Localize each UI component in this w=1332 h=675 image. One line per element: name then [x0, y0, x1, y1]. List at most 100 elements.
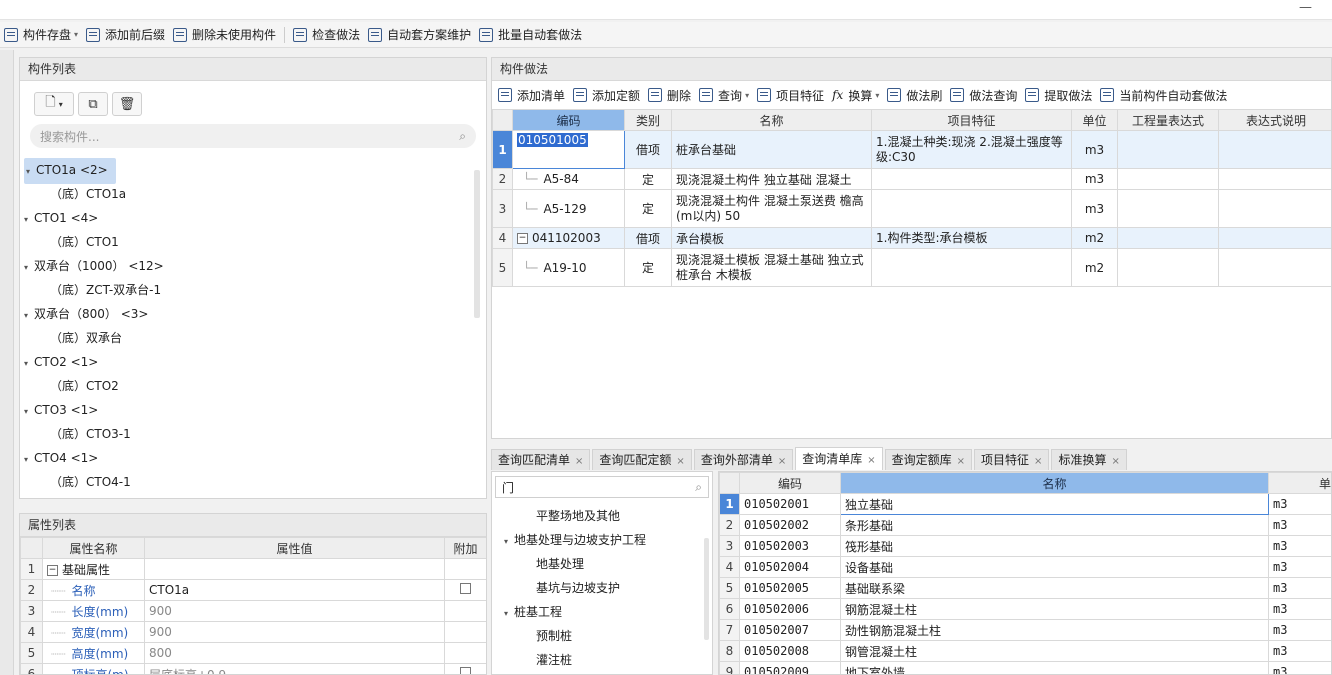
close-icon[interactable]: × [1034, 456, 1042, 467]
library-unit-cell[interactable]: m3 [1268, 640, 1331, 662]
library-unit-cell[interactable]: m3 [1268, 661, 1331, 674]
library-code-cell[interactable]: 010502002 [739, 514, 841, 536]
property-row[interactable]: 2 ┈┈ 名称 CTO1a [20, 579, 486, 601]
library-name-cell[interactable]: 地下室外墙 [840, 661, 1269, 674]
expand-arrow-icon[interactable]: ▾ [24, 400, 34, 424]
property-row[interactable]: 6 ┈┈ 顶标高(m) 层底标高+0.9 [20, 663, 486, 674]
method-feature-cell[interactable]: 1.混凝土种类:现浇 2.混凝土强度等级:C30 [871, 130, 1072, 169]
method-expr-cell[interactable] [1117, 189, 1219, 228]
method-type-cell[interactable]: 定 [624, 248, 672, 287]
library-unit-cell[interactable]: m3 [1268, 598, 1331, 620]
property-value-cell[interactable]: CTO1a [144, 579, 445, 601]
method-toolbar-button-0[interactable]: 添加清单 [494, 84, 569, 106]
method-code-cell[interactable]: └─ A5-84 [512, 168, 625, 190]
library-unit-cell[interactable]: m3 [1268, 577, 1331, 599]
method-type-cell[interactable]: 借项 [624, 130, 672, 169]
library-name-cell[interactable]: 钢管混凝土柱 [840, 640, 1269, 662]
toolbar-button-1[interactable]: 添加前后缀 [82, 24, 169, 46]
method-name-cell[interactable]: 现浇混凝土构件 混凝土泵送费 檐高(m以内) 50 [671, 189, 872, 228]
property-row[interactable]: 4 ┈┈ 宽度(mm) 900 [20, 621, 486, 643]
checkbox[interactable] [460, 667, 471, 674]
property-row[interactable]: 1− 基础属性 [20, 558, 486, 580]
query-tree-item[interactable]: ▾ 桩基工程 [492, 600, 702, 624]
query-tree-item[interactable]: 平整场地及其他 [492, 504, 702, 528]
query-tab-4[interactable]: 查询定额库 × [884, 449, 973, 470]
component-tree-item[interactable]: （底）ZCT-双承台-1 [24, 278, 464, 302]
method-row[interactable]: 4−041102003 借项 承台模板 1.构件类型:承台模板 m2 [492, 227, 1331, 249]
method-expr-cell[interactable] [1117, 168, 1219, 190]
component-tree-item[interactable]: ▾ CTO3 <1> [24, 398, 464, 422]
method-row[interactable]: 3 └─ A5-129 定现浇混凝土构件 混凝土泵送费 檐高(m以内) 50 m3 [492, 189, 1331, 228]
component-tree-item[interactable]: （底）CTO4-1 [24, 470, 464, 494]
library-row[interactable]: 6 010502006 钢筋混凝土柱 m3 [719, 598, 1331, 620]
component-tree-scrollbar[interactable] [474, 170, 480, 318]
method-unit-cell[interactable]: m2 [1071, 248, 1118, 287]
property-value-cell[interactable]: 900 [144, 600, 445, 622]
close-icon[interactable]: × [676, 456, 684, 467]
library-row[interactable]: 8 010502008 钢管混凝土柱 m3 [719, 640, 1331, 662]
library-name-cell[interactable]: 独立基础 [840, 493, 1269, 515]
library-name-cell[interactable]: 基础联系梁 [840, 577, 1269, 599]
method-desc-cell[interactable] [1218, 189, 1331, 228]
method-toolbar-button-1[interactable]: 添加定额 [569, 84, 644, 106]
query-tab-0[interactable]: 查询匹配清单 × [491, 449, 591, 470]
method-code-cell[interactable]: └─ A5-129 [512, 189, 625, 228]
library-row[interactable]: 7 010502007 劲性钢筋混凝土柱 m3 [719, 619, 1331, 641]
expand-arrow-icon[interactable]: ▾ [24, 304, 34, 328]
library-code-cell[interactable]: 010502003 [739, 535, 841, 557]
method-row[interactable]: 5 └─ A19-10 定现浇混凝土模板 混凝土基础 独立式桩承台 木模板 m2 [492, 248, 1331, 287]
query-tree-item[interactable]: 灌注桩 [492, 648, 702, 672]
close-icon[interactable]: × [1111, 456, 1119, 467]
query-tree-scrollbar[interactable] [704, 538, 709, 640]
toolbar-button-0[interactable]: 构件存盘 ▾ [0, 24, 82, 46]
library-code-cell[interactable]: 010502005 [739, 577, 841, 599]
method-code-cell[interactable]: └─ A19-10 [512, 248, 625, 287]
component-tree-item[interactable]: ▾ CTO1 <4> [24, 206, 464, 230]
property-row[interactable]: 5 ┈┈ 高度(mm) 800 [20, 642, 486, 664]
expand-arrow-icon[interactable]: ▾ [504, 530, 514, 554]
method-toolbar-button-8[interactable]: 提取做法 [1021, 84, 1096, 106]
library-name-cell[interactable]: 钢筋混凝土柱 [840, 598, 1269, 620]
component-tree-item[interactable]: （底）双承台 [24, 326, 464, 350]
library-code-cell[interactable]: 010502009 [739, 661, 841, 674]
toolbar-button-3[interactable]: 检查做法 [289, 24, 364, 46]
component-tree-item[interactable]: ▾ CTO1a <2> [24, 158, 464, 184]
method-unit-cell[interactable]: m3 [1071, 168, 1118, 190]
method-feature-cell[interactable] [871, 168, 1072, 190]
property-value-cell[interactable]: 层底标高+0.9 [144, 663, 445, 674]
library-name-cell[interactable]: 劲性钢筋混凝土柱 [840, 619, 1269, 641]
query-tree-item[interactable]: ▾ 地基处理与边坡支护工程 [492, 528, 702, 552]
query-tree-item[interactable]: 地基处理 [492, 552, 702, 576]
method-name-cell[interactable]: 现浇混凝土模板 混凝土基础 独立式桩承台 木模板 [671, 248, 872, 287]
collapse-icon[interactable]: − [47, 564, 58, 576]
method-desc-cell[interactable] [1218, 248, 1331, 287]
library-unit-cell[interactable]: m3 [1268, 619, 1331, 641]
method-row[interactable]: 2 └─ A5-84 定现浇混凝土构件 独立基础 混凝土 m3 [492, 168, 1331, 190]
toolbar-button-5[interactable]: 批量自动套做法 [475, 24, 586, 46]
expand-arrow-icon[interactable]: ▾ [504, 602, 514, 626]
property-value-cell[interactable] [144, 558, 445, 580]
library-unit-cell[interactable]: m3 [1268, 493, 1331, 515]
method-row[interactable]: 1 010501005 借项 桩承台基础 1.混凝土种类:现浇 2.混凝土强度等级:C3… [492, 130, 1331, 169]
expand-arrow-icon[interactable]: ▾ [24, 208, 34, 232]
toolbar-button-2[interactable]: 删除未使用构件 [169, 24, 280, 46]
expand-arrow-icon[interactable]: ▾ [26, 160, 36, 184]
component-tree-item[interactable]: ▾ CTO2 <1> [24, 350, 464, 374]
library-name-cell[interactable]: 筏形基础 [840, 535, 1269, 557]
method-unit-cell[interactable]: m2 [1071, 227, 1118, 249]
query-tree-item[interactable]: 基坑与边坡支护 [492, 576, 702, 600]
query-tree-item[interactable]: 预制桩 [492, 624, 702, 648]
method-type-cell[interactable]: 定 [624, 189, 672, 228]
library-row[interactable]: 3 010502003 筏形基础 m3 [719, 535, 1331, 557]
close-icon[interactable]: × [867, 455, 875, 466]
component-tree-item[interactable]: ▾ CTO4 <1> [24, 446, 464, 470]
method-unit-cell[interactable]: m3 [1071, 130, 1118, 169]
method-feature-cell[interactable]: 1.构件类型:承台模板 [871, 227, 1072, 249]
component-tree-item[interactable]: （底）CTO2 [24, 374, 464, 398]
method-desc-cell[interactable] [1218, 130, 1331, 169]
checkbox[interactable] [460, 583, 471, 594]
component-search-input[interactable]: 搜索构件... ⌕ [30, 124, 476, 148]
library-code-cell[interactable]: 010502007 [739, 619, 841, 641]
method-type-cell[interactable]: 借项 [624, 227, 672, 249]
query-tab-2[interactable]: 查询外部清单 × [693, 449, 794, 470]
